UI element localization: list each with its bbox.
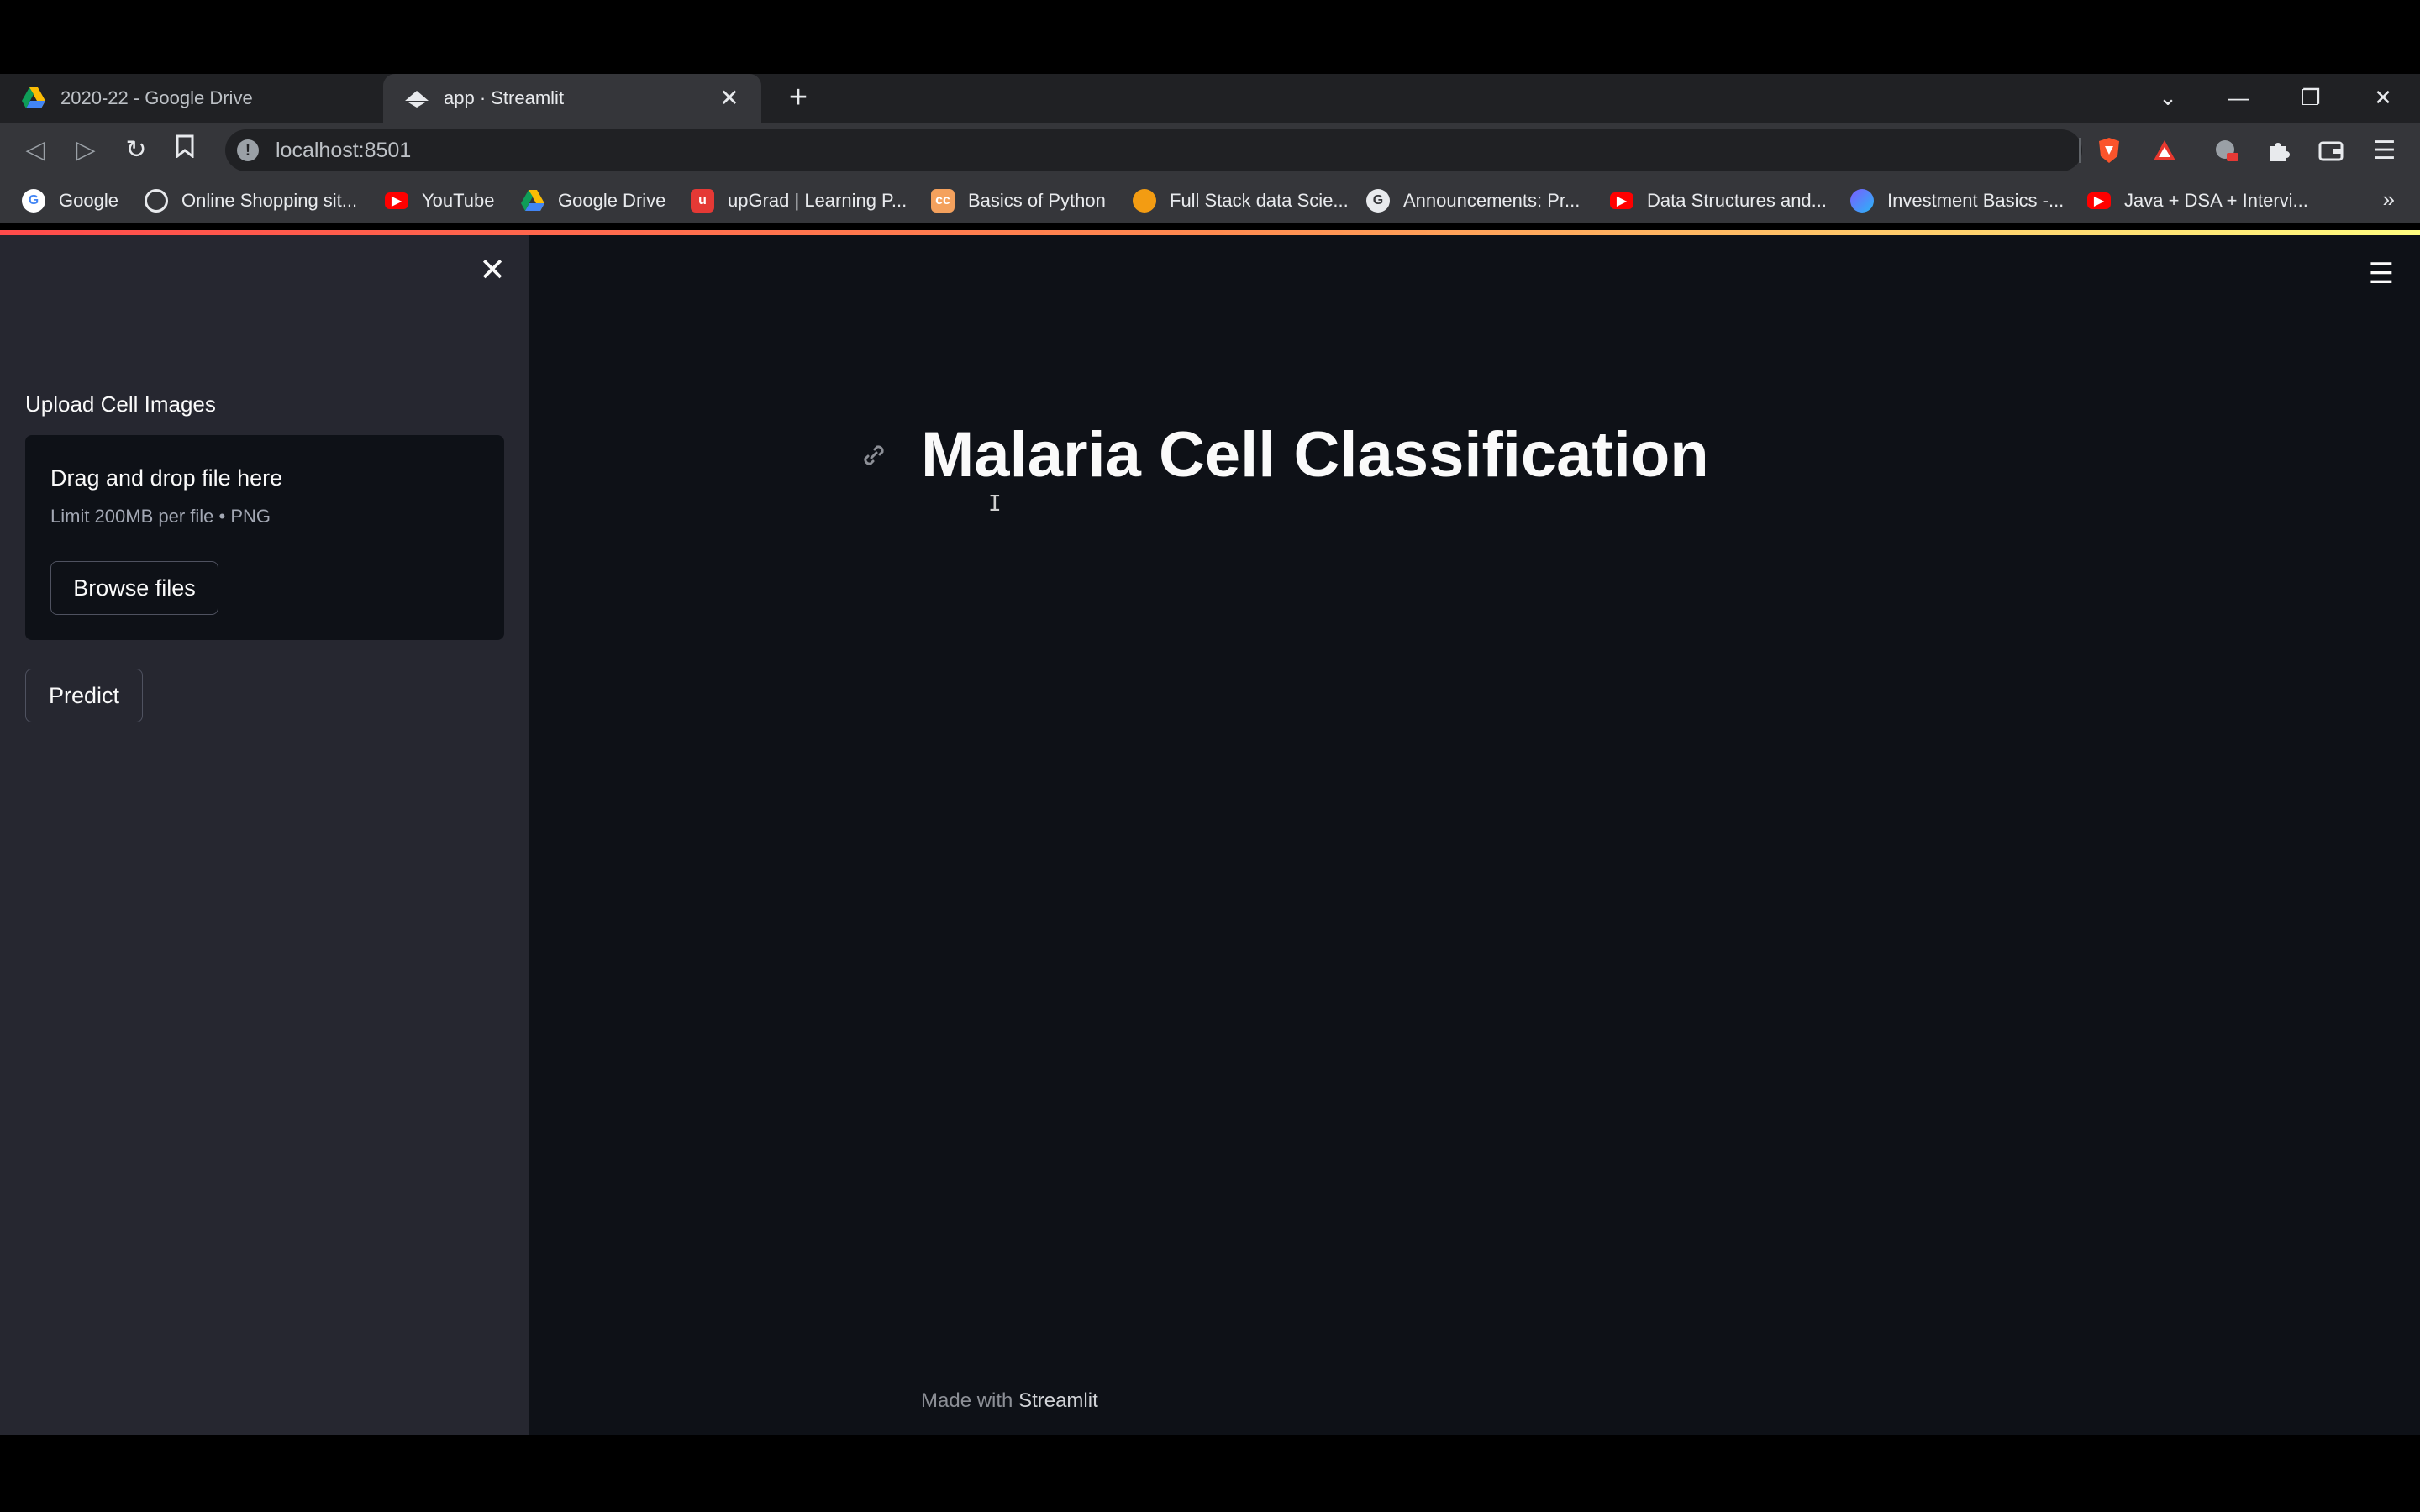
bookmark-item[interactable]: G Announcements: Pr... — [1366, 178, 1580, 223]
extensions-puzzle-icon[interactable] — [2262, 134, 2296, 167]
tab-title: app · Streamlit — [444, 87, 565, 108]
bookmark-label: Full Stack data Scie... — [1170, 190, 1349, 211]
main-content: ☰ Malaria Cell Classification I Made wit… — [529, 235, 2420, 1435]
bookmark-label: Basics of Python — [968, 190, 1106, 211]
investment-icon — [1850, 189, 1874, 213]
ineuron-icon — [1133, 189, 1156, 213]
bookmark-item[interactable]: Google Drive — [521, 178, 666, 223]
youtube-icon: ▶ — [1610, 192, 1634, 209]
youtube-icon: ▶ — [2087, 192, 2111, 209]
site-info-icon[interactable]: ! — [237, 139, 259, 161]
tab-streamlit-app[interactable]: app · Streamlit ✕ — [383, 74, 761, 123]
wallet-icon[interactable] — [2314, 134, 2348, 167]
restore-icon[interactable]: ❐ — [2294, 81, 2328, 114]
bookmark-label: Java + DSA + Intervi... — [2124, 190, 2308, 211]
sidebar: ✕ Upload Cell Images Drag and drop file … — [0, 235, 529, 1435]
brave-rewards-icon[interactable] — [2148, 134, 2181, 167]
screen: 2020-22 - Google Drive app · Streamlit ✕… — [0, 0, 2420, 1512]
bookmark-item[interactable]: Investment Basics -... — [1850, 178, 2064, 223]
bookmark-item[interactable]: ▶ Java + DSA + Intervi... — [2087, 178, 2308, 223]
tab-google-drive[interactable]: 2020-22 - Google Drive — [0, 74, 380, 123]
bookmark-label: Announcements: Pr... — [1403, 190, 1581, 211]
reload-icon[interactable]: ↻ — [119, 134, 153, 167]
tab-close-icon[interactable]: ✕ — [716, 85, 743, 112]
bookmark-label: YouTube — [422, 190, 495, 211]
sidebar-close-icon[interactable]: ✕ — [476, 254, 509, 287]
streamlit-icon — [405, 87, 429, 110]
bookmark-label: upGrad | Learning P... — [728, 190, 908, 211]
text-cursor-icon: I — [988, 491, 1002, 517]
google-drive-icon — [521, 189, 544, 213]
bookmark-item[interactable]: Full Stack data Scie... — [1133, 178, 1349, 223]
google-icon: G — [22, 189, 45, 213]
bookmark-icon[interactable] — [168, 134, 202, 167]
predict-button[interactable]: Predict — [25, 669, 143, 722]
back-icon[interactable]: ◁ — [18, 134, 52, 167]
bookmark-label: Online Shopping sit... — [182, 190, 358, 211]
file-dropzone[interactable]: Drag and drop file here Limit 200MB per … — [25, 435, 504, 640]
bookmark-item[interactable]: Online Shopping sit... — [145, 178, 357, 223]
course-icon: cc — [931, 189, 955, 213]
bookmark-label: Data Structures and... — [1647, 190, 1827, 211]
extension-cookie-icon[interactable] — [2210, 134, 2244, 167]
dropzone-title: Drag and drop file here — [50, 465, 283, 491]
google-drive-icon — [22, 87, 45, 110]
browse-files-button[interactable]: Browse files — [50, 561, 218, 615]
forward-icon[interactable]: ▷ — [69, 134, 103, 167]
browser-toolbar: ◁ ▷ ↻ ! localhost:8501 ☰ — [0, 123, 2420, 178]
page-title: Malaria Cell Classification — [921, 419, 1709, 491]
more-bookmarks-icon[interactable]: » — [2383, 186, 2395, 213]
tab-search-icon[interactable]: ⌄ — [2151, 81, 2185, 114]
browser-menu-icon[interactable]: ☰ — [2368, 134, 2402, 167]
new-tab-button[interactable]: + — [781, 81, 815, 114]
google-icon: G — [1366, 189, 1390, 213]
main-menu-icon[interactable]: ☰ — [2365, 257, 2398, 291]
bookmark-item[interactable]: G Google — [22, 178, 118, 223]
toolbar-divider — [2079, 138, 2081, 163]
upgrad-icon: u — [691, 189, 714, 213]
brave-shields-icon[interactable] — [2092, 134, 2126, 167]
bookmark-label: Google Drive — [558, 190, 666, 211]
dropzone-limit: Limit 200MB per file • PNG — [50, 506, 271, 527]
address-bar[interactable]: ! localhost:8501 — [225, 129, 2082, 171]
globe-icon — [145, 189, 168, 213]
upload-label: Upload Cell Images — [25, 391, 216, 417]
bookmark-item[interactable]: u upGrad | Learning P... — [691, 178, 907, 223]
footer-text: Made with — [921, 1389, 1013, 1412]
footer: Made with Streamlit — [921, 1389, 1098, 1413]
window-close-icon[interactable]: ✕ — [2366, 81, 2400, 114]
youtube-icon: ▶ — [385, 192, 408, 209]
address-url: localhost:8501 — [276, 138, 412, 162]
bookmarks-bar: G Google Online Shopping sit... ▶ YouTub… — [0, 178, 2420, 223]
tab-title: 2020-22 - Google Drive — [60, 87, 253, 108]
footer-streamlit-link[interactable]: Streamlit — [1018, 1389, 1098, 1412]
bookmark-label: Investment Basics -... — [1887, 190, 2065, 211]
bookmark-item[interactable]: ▶ Data Structures and... — [1610, 178, 1827, 223]
link-icon[interactable] — [849, 430, 899, 480]
tab-strip: 2020-22 - Google Drive app · Streamlit ✕ — [0, 74, 2420, 123]
bookmark-item[interactable]: cc Basics of Python — [931, 178, 1106, 223]
bookmark-item[interactable]: ▶ YouTube — [385, 178, 494, 223]
minimize-icon[interactable]: — — [2222, 81, 2255, 114]
bookmark-label: Google — [59, 190, 118, 211]
